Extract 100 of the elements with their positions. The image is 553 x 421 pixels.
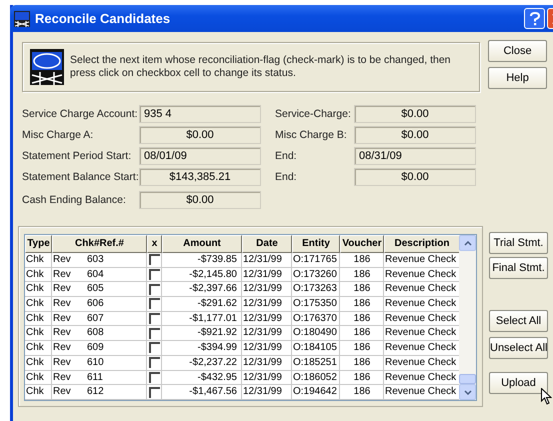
table-cell-text: Rev: [53, 326, 72, 340]
table-cell: -$2,237.22: [162, 356, 242, 370]
table-cell: 12/31/99: [242, 268, 292, 282]
action-button[interactable]: Unselect All: [489, 337, 548, 359]
table-cell-text: Rev: [53, 253, 72, 267]
checkbox[interactable]: [148, 357, 160, 368]
table-cell: 12/31/99: [242, 341, 292, 356]
table-cell: 12/31/99: [242, 312, 292, 326]
window-title: Reconcile Candidates: [35, 11, 170, 26]
table-cell: 186: [340, 326, 384, 342]
table-cell-text: Rev: [53, 341, 72, 355]
table-cell: Chk: [25, 326, 52, 342]
table-cell: -$432.95: [162, 370, 242, 386]
checkbox[interactable]: [148, 386, 160, 398]
scroll-down-button[interactable]: [459, 384, 476, 400]
checkbox[interactable]: [148, 269, 160, 280]
table-cell: O:184105: [292, 341, 340, 356]
table-cell: O:175350: [292, 297, 340, 312]
table-cell: 607: [87, 312, 104, 326]
table-cell: Chk: [25, 341, 52, 356]
table-cell: 12/31/99: [242, 282, 292, 298]
field-label: End:: [275, 171, 298, 183]
table-cell: Chk: [25, 312, 52, 326]
table-cell: -$921.92: [162, 326, 242, 342]
table-cell-text: Rev: [53, 356, 72, 370]
table-cell: 606: [87, 297, 104, 311]
field-label: Statement Balance Start:: [22, 171, 139, 183]
scroll-thumb[interactable]: [459, 374, 476, 384]
table-cell: 611: [87, 370, 103, 384]
value-field: 08/01/09: [139, 147, 261, 165]
field-label: Service-Charge:: [275, 108, 352, 120]
action-button[interactable]: Upload: [489, 372, 548, 394]
table-cell: O:176370: [292, 312, 340, 326]
column-header[interactable]: x: [147, 235, 162, 253]
table-cell: 12/31/99: [242, 385, 292, 400]
field-label: Statement Period Start:: [22, 150, 132, 162]
field-label: End:: [275, 150, 298, 162]
table-cell-text: Rev: [53, 282, 72, 296]
table-cell: 610: [87, 356, 104, 370]
checkbox[interactable]: [148, 313, 160, 324]
column-header[interactable]: Type: [25, 235, 52, 253]
table-cell: 12/31/99: [242, 326, 292, 342]
table-cell: 186: [340, 341, 384, 356]
value-field: $0.00: [354, 105, 476, 123]
table-cell: 609: [87, 341, 104, 355]
column-header[interactable]: Description: [384, 235, 460, 253]
table-cell: 12/31/99: [242, 356, 292, 370]
table-cell: 603: [87, 253, 104, 267]
table-cell: 12/31/99: [242, 297, 292, 312]
column-header[interactable]: Date: [242, 235, 292, 253]
checkbox[interactable]: [148, 254, 160, 266]
table-cell: 605: [87, 282, 104, 296]
column-header[interactable]: Amount: [162, 235, 242, 253]
action-button[interactable]: Final Stmt.: [489, 257, 548, 279]
table-cell: -$394.99: [162, 341, 242, 356]
action-button[interactable]: Trial Stmt.: [489, 232, 548, 254]
scroll-up-button[interactable]: [459, 235, 476, 251]
table-cell: 186: [340, 370, 384, 386]
table-cell: Chk: [25, 297, 52, 312]
field-label: Misc Charge B:: [275, 129, 348, 141]
value-field: $0.00: [139, 191, 261, 209]
action-button[interactable]: Select All: [489, 310, 548, 332]
dialog-button[interactable]: Close: [488, 40, 547, 62]
instruction-text: Select the next item whose reconciliation-flag (check-mark) is to be changed, then press click on checkbox cell to change its status.: [70, 54, 452, 80]
column-header[interactable]: Voucher: [340, 235, 384, 253]
mouse-cursor-icon: [541, 388, 552, 405]
value-field: $0.00: [354, 126, 476, 144]
checkbox[interactable]: [148, 284, 160, 295]
column-header[interactable]: Entity: [292, 235, 340, 253]
table-cell: Chk: [25, 268, 52, 282]
logo-icon: [30, 49, 64, 85]
table-cell: 608: [87, 326, 104, 340]
table-cell-text: Rev: [53, 385, 72, 399]
table-cell-text: Rev: [53, 312, 72, 326]
table-cell: 12/31/99: [242, 253, 292, 268]
table-cell: Chk: [25, 282, 52, 298]
scrollbar[interactable]: [459, 235, 476, 400]
checkbox[interactable]: [148, 298, 160, 310]
table-cell: Chk: [25, 253, 52, 268]
table-cell: 12/31/99: [242, 370, 292, 386]
field-label: Service Charge Account:: [22, 108, 139, 120]
table-cell: 604: [87, 268, 104, 282]
chevron-down-icon: [464, 390, 472, 394]
chevron-up-icon: [464, 240, 472, 246]
table-cell-text: Rev: [53, 370, 72, 384]
help-button[interactable]: [524, 8, 545, 29]
table-cell: 186: [340, 282, 384, 298]
checkbox[interactable]: [148, 342, 160, 354]
table-cell: Chk: [25, 356, 52, 370]
value-field: $0.00: [354, 168, 476, 186]
checkbox[interactable]: [148, 328, 160, 339]
table-cell: O:173260: [292, 268, 340, 282]
value-field: 935 4: [139, 105, 261, 123]
value-field: 08/31/09: [354, 147, 476, 165]
column-header[interactable]: Chk#Ref.#: [52, 235, 147, 253]
checkbox[interactable]: [148, 372, 160, 383]
dialog-button[interactable]: Help: [488, 67, 547, 89]
table-cell: Chk: [25, 370, 52, 386]
table-cell: -$1,467.56: [162, 385, 242, 400]
table-cell: 186: [340, 356, 384, 370]
